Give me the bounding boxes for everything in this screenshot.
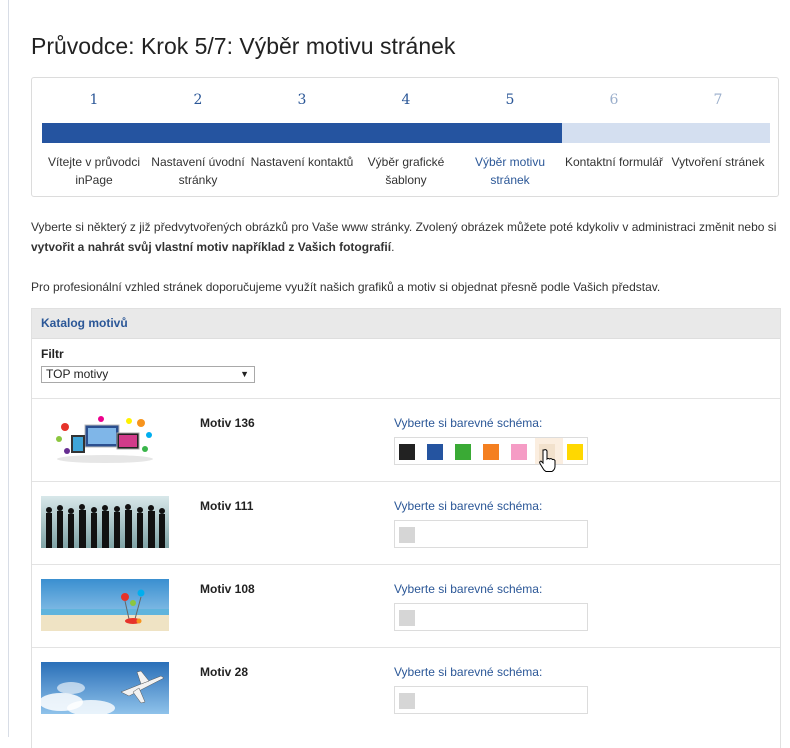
intro-text: Vyberte si některý z již předvytvořených… xyxy=(31,217,781,297)
swatch-pink[interactable] xyxy=(511,444,527,460)
motif-name: Motiv 111 xyxy=(200,499,254,513)
wizard-step-number: 4 xyxy=(401,92,411,108)
motif-list: Motiv 136 Vyberte si barevné schéma: Mot… xyxy=(32,398,780,730)
swatch-orange[interactable] xyxy=(483,444,499,460)
wizard-progress-segment xyxy=(666,123,770,143)
wizard-step-7: 7 Vytvoření stránek xyxy=(666,78,770,198)
left-border xyxy=(8,0,9,737)
wizard-step-number: 6 xyxy=(609,92,619,108)
motif-row[interactable]: Motiv 28 Vyberte si barevné schéma: xyxy=(32,647,780,730)
wizard-step-5: 5 Výběr motivu stránek xyxy=(458,78,562,198)
wizard-step-number: 5 xyxy=(505,92,515,108)
color-scheme-label: Vyberte si barevné schéma: xyxy=(394,665,543,679)
page-title: Průvodce: Krok 5/7: Výběr motivu stránek xyxy=(31,33,456,59)
motif-108-thumbnail[interactable] xyxy=(41,579,169,631)
catalog-header: Katalog motivů xyxy=(32,309,780,339)
wizard-step-label: Vytvoření stránek xyxy=(671,155,765,169)
intro-text-1: Vyberte si některý z již předvytvořených… xyxy=(31,220,777,234)
motif-name: Motiv 136 xyxy=(200,416,255,430)
swatch-black[interactable] xyxy=(399,444,415,460)
swatch-placeholder[interactable] xyxy=(399,527,415,543)
color-scheme-label: Vyberte si barevné schéma: xyxy=(394,416,543,430)
motif-catalog: Katalog motivů Filtr TOP motivy ▼ Motiv … xyxy=(31,308,781,748)
wizard-step-2: 2 Nastavení úvodní stránky xyxy=(146,78,250,198)
color-scheme-picker xyxy=(394,437,588,472)
hand-cursor-icon xyxy=(539,449,556,472)
wizard-step-label: Kontaktní formulář xyxy=(564,155,664,169)
motif-name: Motiv 28 xyxy=(200,665,249,679)
wizard-step-label: Vítejte v průvodci inPage xyxy=(47,155,141,187)
wizard-progress-segment xyxy=(562,123,666,143)
motif-row[interactable]: Motiv 111 Vyberte si barevné schéma: xyxy=(32,481,780,564)
wizard-progress-segment xyxy=(250,123,354,143)
color-scheme-picker xyxy=(394,520,588,548)
color-scheme-label: Vyberte si barevné schéma: xyxy=(394,499,543,513)
swatch-placeholder[interactable] xyxy=(399,693,415,709)
intro-text-end: . xyxy=(391,240,395,254)
filter-label: Filtr xyxy=(41,347,64,361)
intro-paragraph-2: Pro profesionální vzhled stránek doporuč… xyxy=(31,280,661,294)
motif-row[interactable]: Motiv 108 Vyberte si barevné schéma: xyxy=(32,564,780,647)
wizard-step-label: Nastavení úvodní stránky xyxy=(151,155,245,187)
wizard-progress: 1 Vítejte v průvodci inPage 2 Nastavení úvo… xyxy=(31,77,779,197)
wizard-progress-segment xyxy=(354,123,458,143)
wizard-step-1: 1 Vítejte v průvodci inPage xyxy=(42,78,146,198)
motif-28-thumbnail[interactable] xyxy=(41,662,169,714)
color-scheme-picker xyxy=(394,603,588,631)
swatch-yellow[interactable] xyxy=(567,444,583,460)
color-scheme-label: Vyberte si barevné schéma: xyxy=(394,582,543,596)
wizard-progress-segment xyxy=(42,123,146,143)
swatch-placeholder[interactable] xyxy=(399,610,415,626)
filter-select[interactable]: TOP motivy ▼ xyxy=(41,366,255,383)
wizard-step-number: 3 xyxy=(297,92,307,108)
wizard-step-number: 2 xyxy=(193,92,203,108)
wizard-step-number: 1 xyxy=(89,92,99,108)
wizard-step-label: Výběr grafické šablony xyxy=(367,155,445,187)
wizard-step-number: 7 xyxy=(713,92,723,108)
motif-row[interactable]: Motiv 136 Vyberte si barevné schéma: xyxy=(32,398,780,481)
motif-136-thumbnail[interactable] xyxy=(41,413,169,465)
filter-selected-value: TOP motivy xyxy=(46,367,109,381)
wizard-step-3: 3 Nastavení kontaktů xyxy=(250,78,354,198)
wizard-step-label: Výběr motivu stránek xyxy=(474,155,546,187)
swatch-blue[interactable] xyxy=(427,444,443,460)
motif-name: Motiv 108 xyxy=(200,582,255,596)
wizard-progress-segment xyxy=(146,123,250,143)
wizard-step-6: 6 Kontaktní formulář xyxy=(562,78,666,198)
swatch-green[interactable] xyxy=(455,444,471,460)
intro-bold-text: vytvořit a nahrát svůj vlastní motiv nap… xyxy=(31,240,392,254)
wizard-step-label: Nastavení kontaktů xyxy=(250,155,354,169)
wizard-progress-segment xyxy=(458,123,562,143)
wizard-step-4: 4 Výběr grafické šablony xyxy=(354,78,458,198)
color-scheme-picker xyxy=(394,686,588,714)
dropdown-arrow-icon: ▼ xyxy=(240,369,249,379)
intro-paragraph-1: Vyberte si některý z již předvytvořených… xyxy=(31,217,781,257)
motif-111-thumbnail[interactable] xyxy=(41,496,169,548)
